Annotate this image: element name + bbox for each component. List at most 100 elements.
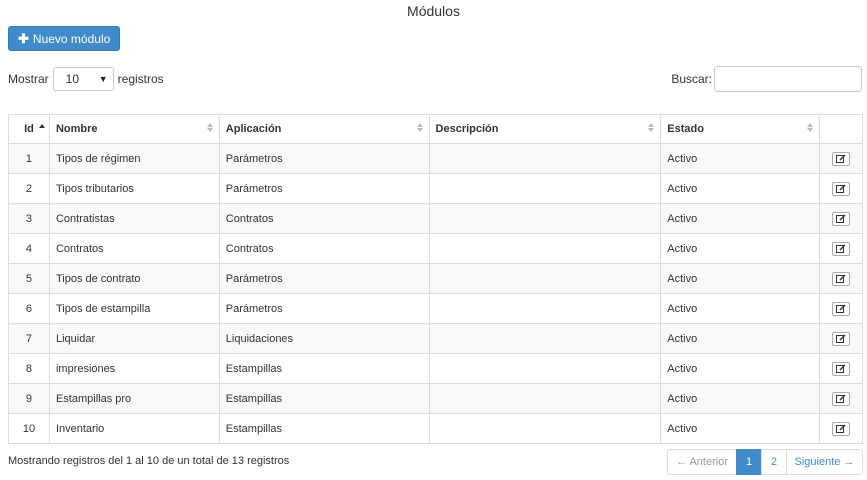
cell-id: 1 <box>8 143 50 174</box>
edit-row-button[interactable] <box>832 151 850 166</box>
column-header-label: Id <box>24 123 34 135</box>
cell-actions <box>819 293 863 324</box>
sort-icon <box>648 123 655 132</box>
cell-descripcion <box>428 293 662 324</box>
edit-icon <box>836 394 846 403</box>
edit-icon <box>836 424 846 433</box>
cell-estado: Activo <box>660 413 821 444</box>
cell-estado: Activo <box>660 203 821 234</box>
cell-descripcion <box>428 143 662 174</box>
edit-row-button[interactable] <box>832 331 850 346</box>
cell-actions <box>819 383 863 414</box>
column-header-nombre[interactable]: Nombre <box>48 114 220 144</box>
column-header-id[interactable]: Id <box>8 114 50 144</box>
column-header-actions <box>819 114 863 144</box>
column-header-aplicacion[interactable]: Aplicación <box>218 114 430 144</box>
cell-nombre: Tipos de régimen <box>48 143 220 174</box>
cell-aplicacion: Estampillas <box>218 383 430 414</box>
column-header-label: Nombre <box>55 123 98 135</box>
cell-descripcion <box>428 203 662 234</box>
cell-descripcion <box>428 383 662 414</box>
table-row: 6 Tipos de estampilla Parámetros Activo <box>8 293 863 324</box>
edit-row-button[interactable] <box>832 241 850 256</box>
edit-icon <box>836 364 846 373</box>
search-input[interactable] <box>714 66 862 92</box>
cell-aplicacion: Estampillas <box>218 413 430 444</box>
sort-icon <box>416 123 423 132</box>
cell-aplicacion: Parámetros <box>218 173 430 204</box>
column-header-label: Estado <box>667 123 704 135</box>
page-length-select[interactable]: 10 ▼ <box>52 66 114 91</box>
modules-table: Id Nombre Aplicación Descripción Estado … <box>8 114 863 444</box>
cell-id: 6 <box>8 293 50 324</box>
cell-descripcion <box>428 413 662 444</box>
page-length-value: 10 <box>65 71 80 86</box>
table-row: 5 Tipos de contrato Parámetros Activo <box>8 263 863 294</box>
cell-id: 3 <box>8 203 50 234</box>
search-control: Buscar: <box>671 66 862 92</box>
length-suffix: registros <box>117 71 164 86</box>
cell-descripcion <box>428 233 662 264</box>
cell-aplicacion: Liquidaciones <box>218 323 430 354</box>
edit-icon <box>836 304 846 313</box>
column-header-estado[interactable]: Estado <box>660 114 821 144</box>
cell-estado: Activo <box>660 293 821 324</box>
search-label: Buscar: <box>671 72 712 86</box>
page-button-2[interactable]: 2 <box>761 449 787 475</box>
page-title: Módulos <box>407 3 460 19</box>
next-page-button[interactable]: Siguiente → <box>786 449 863 475</box>
column-header-label: Aplicación <box>225 123 282 135</box>
table-row: 7 Liquidar Liquidaciones Activo <box>8 323 863 354</box>
cell-actions <box>819 143 863 174</box>
table-row: 4 Contratos Contratos Activo <box>8 233 863 264</box>
edit-icon <box>836 274 846 283</box>
cell-actions <box>819 173 863 204</box>
table-row: 8 impresiones Estampillas Activo <box>8 353 863 384</box>
edit-row-button[interactable] <box>832 391 850 406</box>
cell-actions <box>819 353 863 384</box>
column-header-descripcion[interactable]: Descripción <box>428 114 662 144</box>
cell-actions <box>819 203 863 234</box>
edit-row-button[interactable] <box>832 181 850 196</box>
sort-icon <box>206 123 213 132</box>
cell-estado: Activo <box>660 233 821 264</box>
cell-estado: Activo <box>660 263 821 294</box>
cell-descripcion <box>428 323 662 354</box>
cell-actions <box>819 233 863 264</box>
previous-page-button[interactable]: ← Anterior <box>667 449 737 475</box>
sort-icon <box>807 123 814 132</box>
cell-nombre: impresiones <box>48 353 220 384</box>
cell-id: 7 <box>8 323 50 354</box>
table-row: 2 Tipos tributarios Parámetros Activo <box>8 173 863 204</box>
edit-row-button[interactable] <box>832 301 850 316</box>
cell-estado: Activo <box>660 173 821 204</box>
table-row: 1 Tipos de régimen Parámetros Activo <box>8 143 863 174</box>
length-control: Mostrar 10 ▼ registros <box>8 66 164 91</box>
cell-aplicacion: Contratos <box>218 203 430 234</box>
cell-nombre: Inventario <box>48 413 220 444</box>
cell-id: 9 <box>8 383 50 414</box>
edit-row-button[interactable] <box>832 421 850 436</box>
cell-nombre: Contratos <box>48 233 220 264</box>
edit-row-button[interactable] <box>832 211 850 226</box>
sort-asc-icon <box>39 124 45 128</box>
cell-aplicacion: Parámetros <box>218 293 430 324</box>
cell-id: 2 <box>8 173 50 204</box>
cell-nombre: Tipos tributarios <box>48 173 220 204</box>
table-row: 9 Estampillas pro Estampillas Activo <box>8 383 863 414</box>
edit-row-button[interactable] <box>832 271 850 286</box>
table-row: 3 Contratistas Contratos Activo <box>8 203 863 234</box>
new-module-button[interactable]: ✚ Nuevo módulo <box>8 26 121 51</box>
caret-down-icon: ▼ <box>98 73 108 84</box>
cell-aplicacion: Parámetros <box>218 263 430 294</box>
edit-icon <box>836 334 846 343</box>
cell-descripcion <box>428 263 662 294</box>
cell-id: 5 <box>8 263 50 294</box>
cell-nombre: Tipos de estampilla <box>48 293 220 324</box>
cell-aplicacion: Estampillas <box>218 353 430 384</box>
edit-row-button[interactable] <box>832 361 850 376</box>
edit-icon <box>836 154 846 163</box>
page-button-1[interactable]: 1 <box>736 449 762 475</box>
cell-estado: Activo <box>660 143 821 174</box>
cell-nombre: Tipos de contrato <box>48 263 220 294</box>
